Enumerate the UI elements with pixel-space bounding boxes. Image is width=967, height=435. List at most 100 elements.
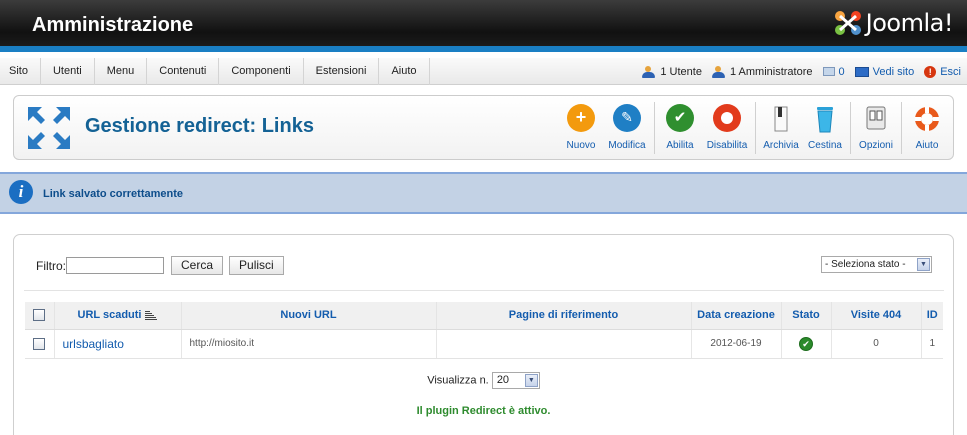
content-box: Filtro: Cerca Pulisci - Seleziona stato …: [13, 234, 954, 435]
unpublish-button[interactable]: Disabilita: [704, 102, 750, 151]
column-old-url[interactable]: URL scaduti: [54, 302, 182, 330]
view-site-link[interactable]: Vedi sito: [854, 65, 915, 78]
admin-header: Amministrazione Joomla!: [0, 0, 967, 52]
clear-button[interactable]: Pulisci: [229, 256, 284, 275]
main-menu-bar: Sito Utenti Menu Contenuti Componenti Es…: [0, 58, 967, 85]
logged-admins: 1 Amministratore: [711, 65, 813, 78]
column-referer[interactable]: Pagine di riferimento: [436, 302, 692, 330]
plus-icon: +: [567, 104, 595, 132]
menu-item-contenuti[interactable]: Contenuti: [147, 58, 220, 85]
row-new-url: http://miosito.it: [181, 329, 437, 359]
new-button[interactable]: + Nuovo: [561, 102, 601, 151]
column-id[interactable]: ID: [921, 302, 943, 330]
redirect-arrows-icon: [28, 107, 70, 149]
column-created[interactable]: Data creazione: [691, 302, 782, 330]
user-icon: [642, 65, 656, 78]
trash-button[interactable]: Cestina: [805, 102, 845, 151]
archive-button[interactable]: Archivia: [761, 102, 801, 151]
chevron-down-icon: ▼: [917, 258, 930, 271]
circle-off-icon: [713, 104, 741, 132]
toolbar-divider: [850, 102, 851, 154]
row-old-url-link[interactable]: urlsbagliato: [54, 329, 182, 359]
joomla-logo: Joomla!: [832, 8, 954, 38]
trash-button-label: Cestina: [808, 140, 842, 151]
select-all-header: [25, 302, 55, 330]
menu-item-sito[interactable]: Sito: [0, 58, 41, 85]
state-filter-value: - Seleziona stato -: [825, 259, 906, 270]
chevron-down-icon: ▼: [524, 374, 538, 387]
view-site-label: Vedi sito: [872, 65, 915, 78]
logged-users-label: 1 Utente: [660, 65, 702, 78]
options-button-label: Opzioni: [859, 140, 893, 151]
column-state[interactable]: Stato: [781, 302, 832, 330]
message-icon: [822, 67, 835, 76]
filter-search-input[interactable]: [66, 257, 164, 274]
archive-icon: [766, 104, 796, 134]
logged-users: 1 Utente: [642, 65, 702, 78]
screen-icon: [854, 66, 869, 77]
admin-user-icon: [711, 65, 726, 78]
column-old-url-label: URL scaduti: [77, 309, 142, 322]
joomla-logo-icon: [834, 11, 861, 35]
row-checkbox[interactable]: [33, 337, 46, 350]
status-bar: 1 Utente 1 Amministratore 0 Vedi sito ! …: [642, 58, 961, 85]
toolbar-box: Gestione redirect: Links + Nuovo ✎ Modif…: [13, 95, 954, 160]
filter-divider: [24, 290, 944, 291]
joomla-logo-text: Joomla!: [865, 9, 954, 37]
row-referer: [436, 329, 692, 359]
unpublish-button-label: Disabilita: [706, 140, 748, 151]
new-button-label: Nuovo: [566, 140, 596, 151]
logout-icon: !: [924, 65, 937, 78]
options-button[interactable]: Opzioni: [856, 102, 896, 151]
check-icon: ✔: [666, 104, 694, 132]
menu-item-menu[interactable]: Menu: [95, 58, 148, 85]
row-state-cell: ✔: [781, 329, 832, 359]
page-title: Gestione redirect: Links: [85, 115, 314, 137]
lifebuoy-icon: [912, 104, 942, 134]
info-icon: i: [9, 180, 33, 204]
messages-link[interactable]: 0: [822, 65, 845, 78]
message-text: Link salvato correttamente: [43, 188, 183, 200]
menu-item-utenti[interactable]: Utenti: [41, 58, 95, 85]
filter-bar: Filtro: Cerca Pulisci: [36, 256, 290, 275]
links-table: URL scaduti Nuovi URL Pagine di riferime…: [25, 302, 943, 359]
enabled-state-icon[interactable]: ✔: [799, 336, 813, 351]
pagination-limit-value: 20: [496, 374, 510, 386]
logout-label: Esci: [940, 65, 961, 78]
trash-icon: [810, 104, 840, 134]
column-hits[interactable]: Visite 404: [831, 302, 922, 330]
filter-label: Filtro:: [36, 258, 66, 273]
publish-button[interactable]: ✔ Abilita: [660, 102, 700, 151]
plugin-status-message: Il plugin Redirect è attivo.: [416, 405, 551, 417]
logged-admins-label: 1 Amministratore: [729, 65, 813, 78]
help-button[interactable]: Aiuto: [907, 102, 947, 151]
header-title: Amministrazione: [32, 14, 194, 36]
pagination: Visualizza n. 20 ▼: [14, 372, 953, 389]
menu-item-estensioni[interactable]: Estensioni: [304, 58, 380, 85]
row-id: 1: [921, 329, 943, 359]
pagination-label: Visualizza n.: [427, 374, 489, 387]
row-created: 2012-06-19: [691, 329, 782, 359]
toolbar-divider: [901, 102, 902, 154]
table-row: urlsbagliato http://miosito.it 2012-06-1…: [25, 329, 943, 359]
edit-button[interactable]: ✎ Modifica: [605, 102, 649, 151]
select-all-checkbox[interactable]: [33, 309, 46, 322]
pencil-icon: ✎: [613, 104, 641, 132]
logout-link[interactable]: ! Esci: [924, 65, 961, 78]
messages-count: 0: [838, 65, 845, 78]
table-header-row: URL scaduti Nuovi URL Pagine di riferime…: [25, 302, 943, 330]
archive-button-label: Archivia: [763, 140, 799, 151]
menu-item-aiuto[interactable]: Aiuto: [379, 58, 430, 85]
options-icon: [861, 104, 891, 134]
edit-button-label: Modifica: [608, 140, 646, 151]
search-button[interactable]: Cerca: [171, 256, 224, 275]
row-hits: 0: [831, 329, 922, 359]
help-button-label: Aiuto: [915, 140, 939, 151]
row-select-cell: [25, 329, 55, 359]
toolbar-divider: [755, 102, 756, 154]
menu-item-componenti[interactable]: Componenti: [219, 58, 304, 85]
pagination-limit-select[interactable]: 20 ▼: [491, 372, 540, 389]
state-filter-select[interactable]: - Seleziona stato - ▼: [821, 256, 932, 273]
toolbar-buttons: + Nuovo ✎ Modifica ✔ Abilita Disabilita …: [559, 102, 949, 154]
column-new-url[interactable]: Nuovi URL: [181, 302, 437, 330]
